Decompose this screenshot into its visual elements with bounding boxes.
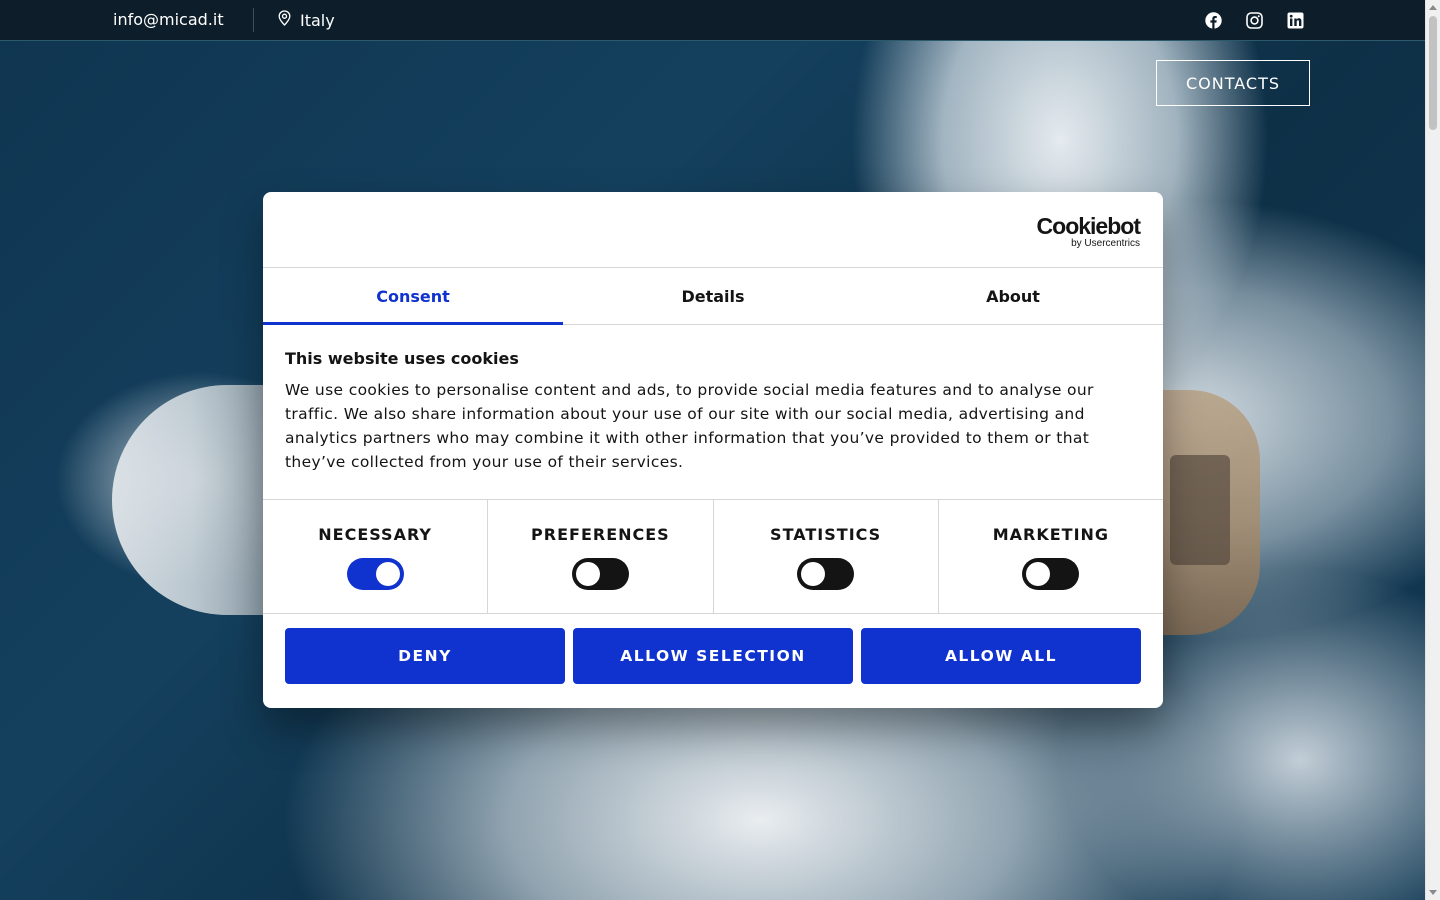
tab-consent[interactable]: Consent — [263, 268, 563, 325]
toggle-statistics-cell: STATISTICS — [714, 500, 939, 613]
boat-deck — [1170, 455, 1230, 565]
dialog-header: Cookiebot by Usercentrics — [263, 192, 1163, 268]
consent-toggles: NECESSARY PREFERENCES STATISTICS MARKETI… — [263, 499, 1163, 614]
location: Italy — [278, 10, 335, 30]
cookie-consent-dialog: Cookiebot by Usercentrics Consent Detail… — [263, 192, 1163, 708]
facebook-icon[interactable] — [1203, 10, 1223, 30]
toggle-marketing-switch[interactable] — [1022, 558, 1080, 590]
location-text: Italy — [300, 10, 335, 30]
email-link[interactable]: info@micad.it — [113, 10, 224, 29]
switch-knob — [801, 562, 826, 586]
allow-selection-button[interactable]: ALLOW SELECTION — [573, 628, 853, 684]
allow-all-button[interactable]: ALLOW ALL — [861, 628, 1141, 684]
tab-about[interactable]: About — [863, 268, 1163, 324]
toggle-necessary-cell: NECESSARY — [263, 500, 489, 613]
toggle-marketing-label: MARKETING — [992, 525, 1110, 544]
toggle-statistics-switch[interactable] — [797, 558, 855, 590]
scroll-up-arrow-icon[interactable] — [1429, 5, 1437, 10]
toggle-necessary-label: NECESSARY — [318, 525, 432, 544]
topbar-divider — [253, 8, 254, 32]
toggle-preferences-cell: PREFERENCES — [488, 500, 714, 613]
instagram-icon[interactable] — [1244, 10, 1264, 30]
linkedin-icon[interactable] — [1285, 10, 1305, 30]
tab-details[interactable]: Details — [563, 268, 863, 324]
page-scrollbar[interactable] — [1425, 0, 1440, 900]
scroll-down-arrow-icon[interactable] — [1429, 890, 1437, 895]
switch-knob — [575, 562, 600, 586]
cookiebot-logo-subtext: by Usercentrics — [1071, 238, 1140, 249]
dialog-title: This website uses cookies — [285, 349, 519, 368]
cookiebot-logo: Cookiebot by Usercentrics — [1036, 213, 1141, 249]
switch-knob — [1026, 562, 1051, 586]
top-bar: info@micad.it Italy — [0, 0, 1425, 41]
dialog-description: We use cookies to personalise content an… — [285, 381, 1094, 471]
dialog-tabs: Consent Details About — [263, 268, 1163, 325]
dialog-buttons: DENY ALLOW SELECTION ALLOW ALL — [285, 628, 1141, 684]
toggle-preferences-switch[interactable] — [571, 558, 629, 590]
switch-knob — [375, 562, 400, 586]
page: info@micad.it Italy CONTACTS Cookiebot b… — [0, 0, 1440, 900]
cookiebot-logo-text: Cookiebot — [1036, 213, 1141, 239]
toggle-marketing-cell: MARKETING — [939, 500, 1163, 613]
toggle-preferences-label: PREFERENCES — [531, 525, 670, 544]
contacts-button[interactable]: CONTACTS — [1156, 60, 1310, 106]
scrollbar-thumb[interactable] — [1429, 16, 1437, 130]
map-pin-icon — [278, 10, 291, 30]
toggle-statistics-label: STATISTICS — [770, 525, 882, 544]
toggle-necessary-switch[interactable] — [346, 558, 404, 590]
deny-button[interactable]: DENY — [285, 628, 565, 684]
dialog-body: This website uses cookies We use cookies… — [285, 349, 1115, 474]
